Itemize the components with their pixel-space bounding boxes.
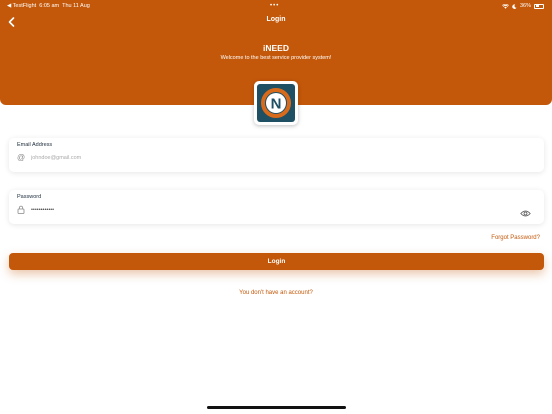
status-left: ◀ TestFlight 6:05 am Thu 11 Aug: [7, 0, 90, 12]
status-right: 36%: [501, 0, 544, 12]
lock-icon: [17, 205, 26, 214]
password-field-card: Password: [9, 190, 544, 224]
home-indicator[interactable]: [207, 406, 346, 409]
eye-icon[interactable]: [520, 205, 531, 217]
email-field-card: Email Address @: [9, 138, 544, 172]
login-button[interactable]: Login: [9, 253, 544, 270]
email-input[interactable]: [31, 152, 511, 163]
status-time: 6:05 am: [39, 3, 60, 9]
app-logo: N: [254, 81, 298, 125]
n-logo-icon: N: [261, 88, 291, 118]
email-label: Email Address: [17, 142, 53, 148]
at-icon: @: [17, 153, 26, 162]
moon-icon: [512, 3, 517, 9]
page-title: Login: [266, 16, 286, 23]
status-bar: ◀ TestFlight 6:05 am Thu 11 Aug ••• 36%: [0, 0, 552, 12]
status-carrier[interactable]: ◀ TestFlight: [7, 3, 36, 9]
logo-letter: N: [271, 96, 282, 113]
password-input[interactable]: [31, 204, 511, 215]
logo-emblem: N: [257, 84, 295, 122]
signup-link[interactable]: You don't have an account?: [0, 290, 552, 296]
forgot-password-link[interactable]: Forgot Password?: [491, 235, 540, 241]
app-name: iNEED: [263, 43, 289, 53]
password-label: Password: [17, 194, 42, 200]
wifi-icon: [501, 3, 509, 9]
status-date: Thu 11 Aug: [62, 3, 90, 9]
battery-icon: [534, 3, 544, 9]
battery-percent: 36%: [519, 3, 531, 9]
multitasking-dots[interactable]: •••: [270, 0, 279, 12]
app-subtitle: Welcome to the best service provider sys…: [220, 55, 332, 61]
